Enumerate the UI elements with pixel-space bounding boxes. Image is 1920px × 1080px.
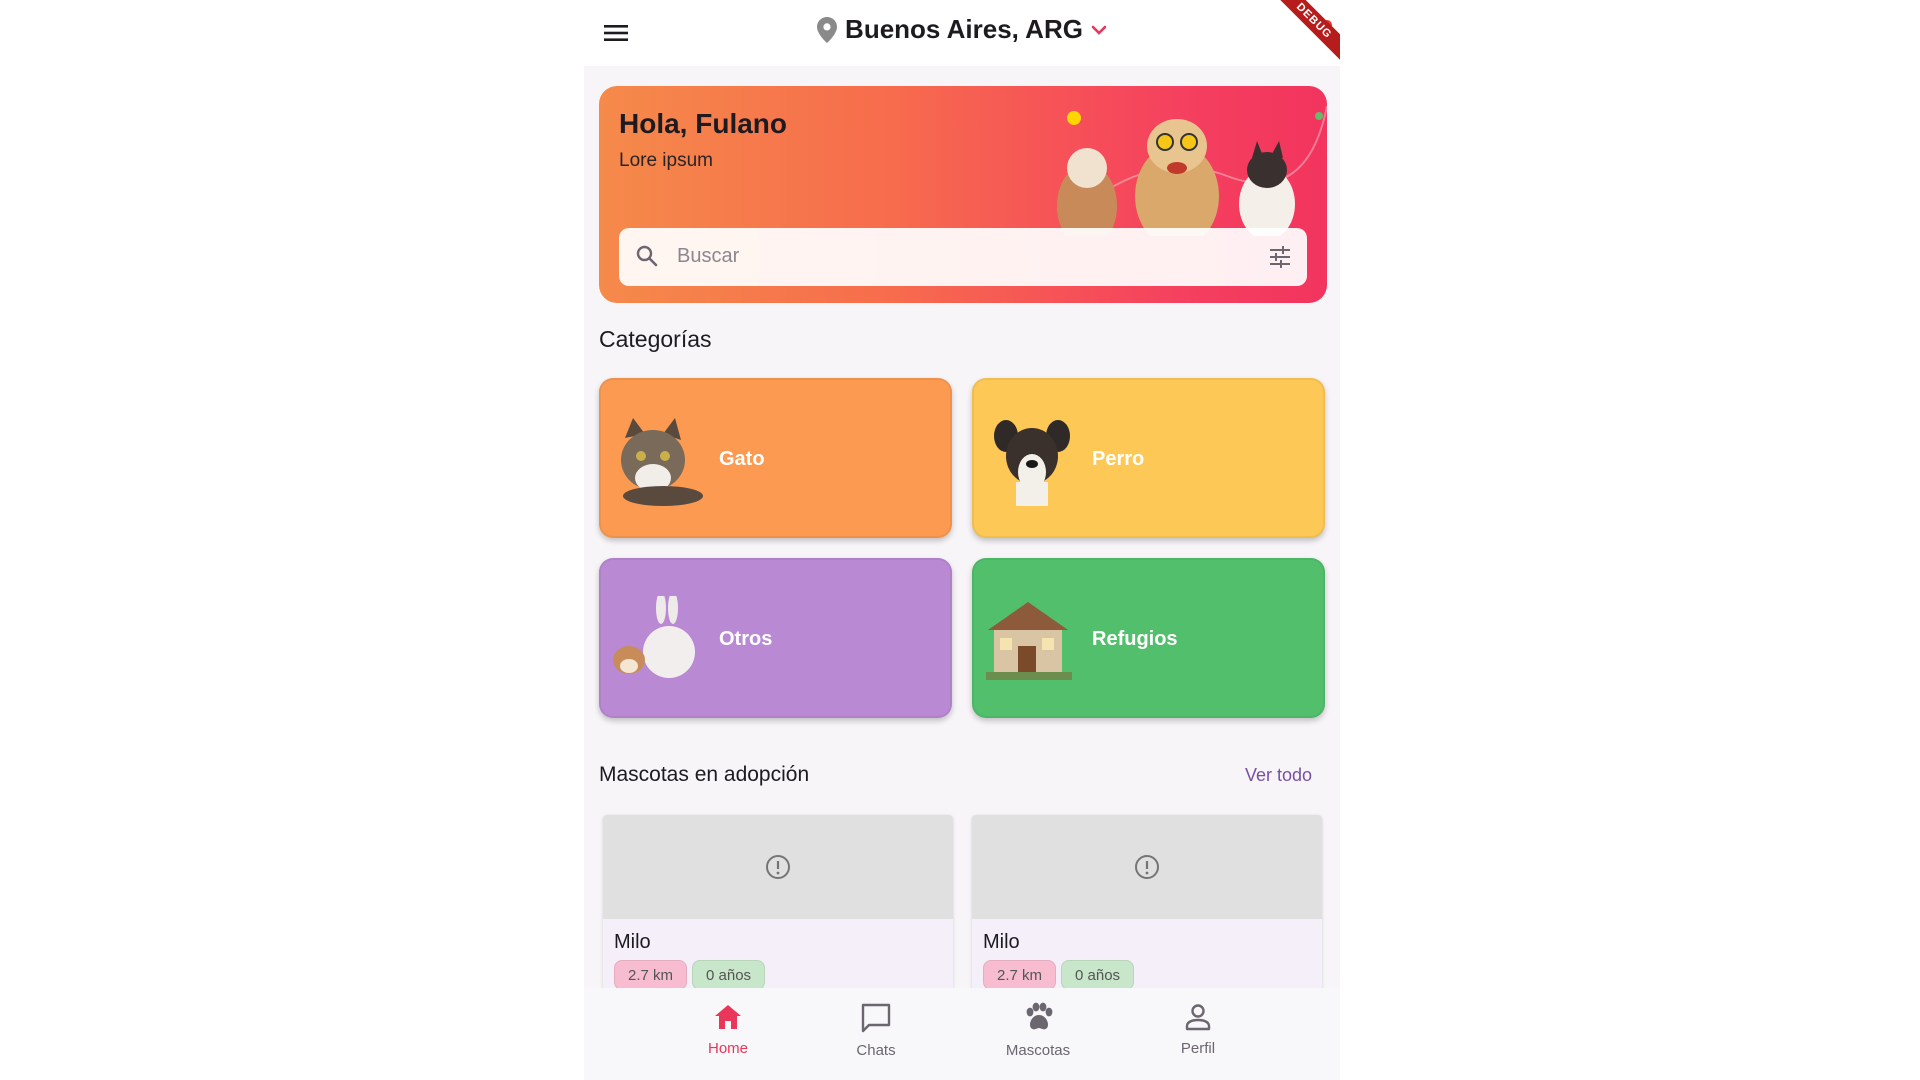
- category-card-refugios[interactable]: Refugios: [972, 558, 1325, 718]
- filter-sliders-icon[interactable]: [1267, 244, 1293, 270]
- pet-image-placeholder: [603, 815, 953, 919]
- search-placeholder: Buscar: [677, 245, 740, 267]
- see-all-link[interactable]: Ver todo: [1245, 765, 1312, 786]
- home-icon: [715, 1005, 741, 1029]
- greeting-subtitle: Lore ipsum: [619, 150, 713, 171]
- shelter-house-icon: [986, 602, 1072, 680]
- hero-banner: Hola, Fulano Lore ipsum Buscar: [599, 86, 1327, 303]
- pet-card[interactable]: Milo 2.7 km 0 años: [972, 815, 1322, 1005]
- pet-name: Milo: [983, 931, 1020, 953]
- nav-item-chats[interactable]: Chats: [826, 1002, 926, 1059]
- category-label: Refugios: [1092, 628, 1178, 650]
- nav-item-perfil[interactable]: Perfil: [1148, 1002, 1248, 1057]
- location-label: Buenos Aires, ARG: [845, 14, 1083, 44]
- age-chip: 0 años: [1061, 960, 1135, 990]
- nav-label: Mascotas: [1005, 1042, 1071, 1059]
- category-card-gato[interactable]: Gato: [599, 378, 952, 538]
- category-label: Gato: [719, 448, 765, 470]
- greeting-title: Hola, Fulano: [619, 108, 787, 139]
- cat-icon: [621, 418, 703, 506]
- rabbit-hamster-icon: [613, 596, 695, 678]
- category-label: Otros: [719, 628, 773, 650]
- adoption-section-title: Mascotas en adopción: [599, 763, 810, 786]
- app-bar: Buenos Aires, ARG DEBUG: [584, 0, 1340, 70]
- nav-label: Chats: [856, 1042, 896, 1059]
- image-error-icon: [766, 855, 790, 879]
- nav-item-home[interactable]: Home: [678, 1002, 778, 1057]
- search-input[interactable]: Buscar: [619, 228, 1307, 286]
- app-screen: Buenos Aires, ARG DEBUG Hola, Fulano Lor…: [584, 0, 1340, 1080]
- dog-icon: [994, 420, 1070, 506]
- location-selector[interactable]: Buenos Aires, ARG: [584, 14, 1340, 45]
- chat-icon: [861, 1003, 891, 1033]
- nav-label: Perfil: [1180, 1040, 1216, 1057]
- age-chip: 0 años: [692, 960, 766, 990]
- location-pin-icon: [817, 16, 838, 43]
- pet-card[interactable]: Milo 2.7 km 0 años: [603, 815, 953, 1005]
- paw-icon: [1026, 1002, 1053, 1030]
- pet-image-placeholder: [972, 815, 1322, 919]
- chevron-down-icon: [1091, 25, 1107, 35]
- distance-chip: 2.7 km: [614, 960, 688, 990]
- category-card-otros[interactable]: Otros: [599, 558, 952, 718]
- bottom-navigation: Home Chats Mascotas Perfil: [584, 988, 1340, 1080]
- category-label: Perro: [1092, 448, 1145, 470]
- nav-label: Home: [707, 1040, 748, 1057]
- categories-title: Categorías: [599, 326, 712, 352]
- distance-chip: 2.7 km: [983, 960, 1057, 990]
- search-icon: [636, 245, 658, 267]
- person-icon: [1185, 1004, 1211, 1031]
- pets-illustration: [1057, 105, 1327, 236]
- pet-name: Milo: [614, 931, 651, 953]
- nav-item-mascotas[interactable]: Mascotas: [988, 1002, 1088, 1059]
- image-error-icon: [1135, 855, 1159, 879]
- category-card-perro[interactable]: Perro: [972, 378, 1325, 538]
